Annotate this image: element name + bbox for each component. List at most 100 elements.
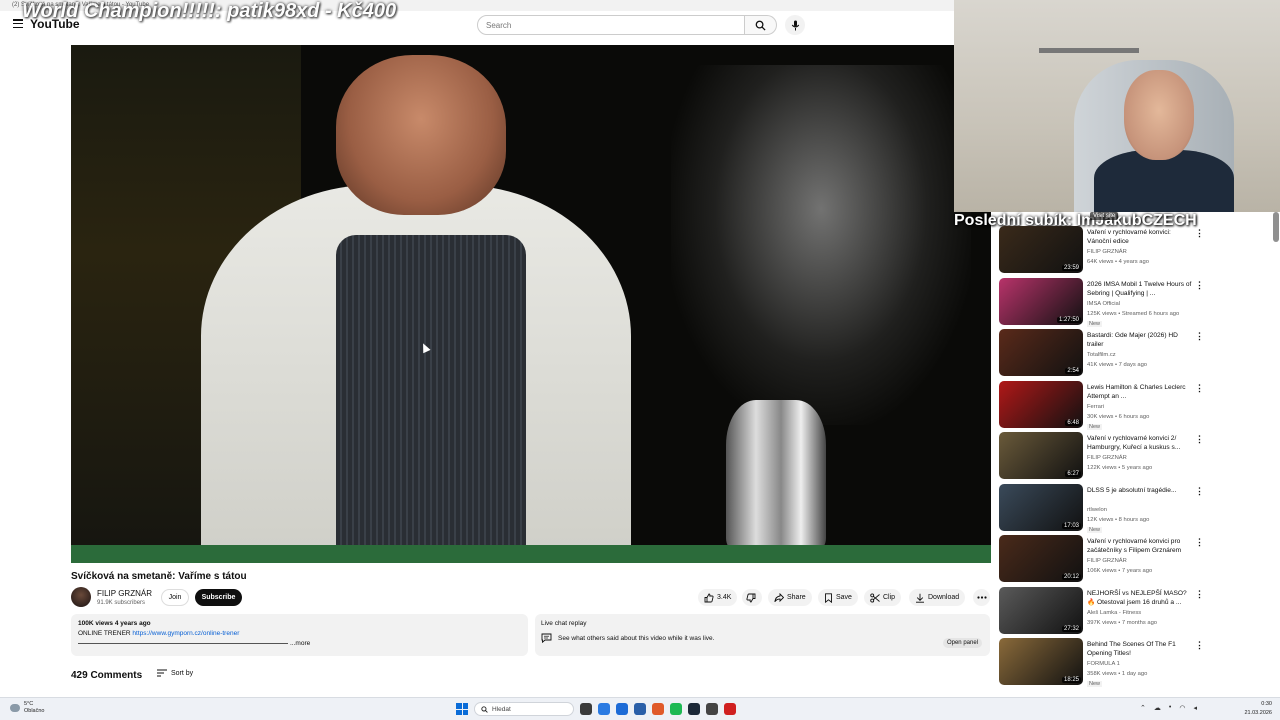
taskbar-app-icon[interactable]	[580, 703, 592, 715]
recommended-video-item[interactable]: 2:54 Bastardi: Gde Majer (2026) HD traile…	[999, 329, 1209, 379]
video-item-channel[interactable]: FILIP GRZNÁR	[1087, 558, 1127, 564]
taskbar-app-icon[interactable]	[706, 703, 718, 715]
description-more[interactable]: ...more	[290, 640, 310, 647]
taskbar-app-icon[interactable]	[616, 703, 628, 715]
recommended-video-item[interactable]: 23:59 Vaření v rychlovarné konvici: Vánoč…	[999, 226, 1209, 276]
video-item-title[interactable]: 2026 IMSA Mobil 1 Twelve Hours of Sebrin…	[1087, 280, 1193, 298]
cloud-sync-icon[interactable]: ☁	[1154, 704, 1161, 712]
video-thumbnail[interactable]: 1:27:50	[999, 277, 1083, 325]
video-thumbnail[interactable]: 2:54	[999, 329, 1083, 376]
recommended-video-item[interactable]: 6:27 Vaření v rychlovarné konvici 2/ Hamb…	[999, 432, 1209, 482]
video-player[interactable]	[71, 45, 991, 563]
volume-icon[interactable]: ◂	[1193, 704, 1197, 712]
more-vertical-icon[interactable]: ⋮	[1195, 589, 1204, 600]
video-item-title[interactable]: Behind The Scenes Of The F1 Opening Titl…	[1087, 640, 1193, 658]
video-item-title[interactable]: Vaření v rychlovarné konvici 2/ Hamburgr…	[1087, 434, 1193, 452]
more-vertical-icon[interactable]: ⋮	[1195, 331, 1204, 342]
video-item-title[interactable]: NEJHORŠÍ vs NEJLEPŠÍ MASO? 🔥 Otestoval j…	[1087, 589, 1193, 607]
wifi-icon[interactable]: ◠	[1179, 704, 1185, 712]
recommended-video-item[interactable]: 18:25 Behind The Scenes Of The F1 Opening…	[999, 638, 1209, 688]
taskbar-clock[interactable]: 0:30 21.03.2026	[1242, 700, 1272, 718]
taskbar-app-icon[interactable]	[652, 703, 664, 715]
voice-search-button[interactable]	[785, 15, 805, 35]
video-thumbnail[interactable]: 17:03	[999, 483, 1083, 531]
taskbar-app-icon[interactable]	[634, 703, 646, 715]
visit-site-badge[interactable]: Visit site	[1090, 212, 1119, 220]
description-box[interactable]: 100K views 4 years ago ONLINE TRENER htt…	[71, 614, 528, 656]
video-item-meta: 125K views • Streamed 6 hours ago	[1087, 310, 1180, 317]
download-button[interactable]: Download	[909, 589, 966, 606]
video-thumbnail[interactable]: 27:32	[999, 586, 1083, 634]
video-item-channel[interactable]: Totalfilm.cz	[1087, 352, 1116, 358]
more-vertical-icon[interactable]: ⋮	[1195, 486, 1204, 497]
share-icon	[774, 592, 784, 602]
video-item-title[interactable]: Lewis Hamilton & Charles Leclerc Attempt…	[1087, 383, 1193, 401]
video-thumbnail[interactable]: 6:27	[999, 432, 1083, 479]
join-button[interactable]: Join	[161, 589, 189, 606]
video-thumbnail[interactable]: 20:12	[999, 535, 1083, 582]
video-item-channel[interactable]: FILIP GRZNÁR	[1087, 249, 1127, 255]
share-button[interactable]: Share	[768, 589, 812, 606]
microphone-tray-icon[interactable]: •	[1169, 704, 1171, 712]
clip-button[interactable]: Clip	[864, 589, 902, 606]
more-actions-button[interactable]	[973, 589, 990, 606]
new-badge: New	[1087, 681, 1103, 687]
more-vertical-icon[interactable]: ⋮	[1195, 383, 1204, 394]
more-vertical-icon[interactable]: ⋮	[1195, 280, 1204, 291]
subscribe-button[interactable]: Subscribe	[195, 589, 242, 606]
video-item-title[interactable]: DLSS 5 je absolutní tragédie...	[1087, 486, 1193, 495]
video-item-channel[interactable]: Ferrari	[1087, 404, 1104, 410]
page-scrollbar[interactable]	[1273, 212, 1279, 242]
dislike-button[interactable]	[742, 589, 762, 606]
video-item-channel[interactable]: Aleš Lamka - Fitness	[1087, 610, 1141, 616]
search-button[interactable]	[745, 15, 777, 35]
video-item-meta: 41K views • 7 days ago	[1087, 362, 1148, 368]
video-thumbnail[interactable]: 23:59	[999, 226, 1083, 273]
windows-start-icon[interactable]	[456, 703, 468, 715]
clock-time: 0:30	[1261, 701, 1272, 707]
search-icon	[755, 20, 766, 31]
more-vertical-icon[interactable]: ⋮	[1195, 228, 1204, 239]
taskbar-search[interactable]: Hledat	[474, 702, 574, 716]
open-panel-button[interactable]: Open panel	[942, 638, 982, 648]
recommended-video-item[interactable]: 20:12 Vaření v rychlovarné konvici pro za…	[999, 535, 1209, 585]
sort-by-button[interactable]: Sort by	[157, 669, 193, 677]
taskbar-apps: Hledat	[456, 702, 736, 716]
more-vertical-icon[interactable]: ⋮	[1195, 640, 1204, 651]
more-vertical-icon[interactable]: ⋮	[1195, 434, 1204, 445]
description-link[interactable]: https://www.gymporn.cz/online-trener	[132, 630, 239, 637]
video-item-title[interactable]: Bastardi: Gde Majer (2026) HD trailer	[1087, 331, 1193, 349]
recommended-video-item[interactable]: 6:48 Lewis Hamilton & Charles Leclerc Att…	[999, 380, 1209, 431]
save-button[interactable]: Save	[818, 589, 858, 606]
weather-widget[interactable]: 5°C Oblačno	[10, 701, 45, 715]
video-apron	[336, 235, 526, 563]
channel-avatar[interactable]	[71, 587, 91, 607]
video-item-title[interactable]: Vaření v rychlovarné konvici: Vánoční ed…	[1087, 228, 1193, 246]
search-input[interactable]: Search	[477, 15, 745, 35]
new-badge: New	[1087, 423, 1103, 430]
taskbar-app-icon[interactable]	[670, 703, 682, 715]
video-item-title[interactable]: Vaření v rychlovarné konvici pro začáteč…	[1087, 537, 1193, 555]
taskbar-app-icon[interactable]	[688, 703, 700, 715]
recommended-video-item[interactable]: 1:27:50 2026 IMSA Mobil 1 Twelve Hours of…	[999, 277, 1209, 328]
description-prefix: ONLINE TRENER	[78, 630, 133, 637]
video-item-meta: 397K views • 7 months ago	[1087, 619, 1158, 626]
taskbar-app-icon[interactable]	[598, 703, 610, 715]
video-thumbnail[interactable]: 18:25	[999, 638, 1083, 685]
recommended-video-item[interactable]: 17:03 DLSS 5 je absolutní tragédie... rtlw…	[999, 483, 1209, 534]
video-item-channel[interactable]: FILIP GRZNÁR	[1087, 455, 1127, 461]
chevron-up-icon[interactable]: ⌃	[1140, 704, 1146, 712]
video-item-channel[interactable]: FORMULA 1	[1087, 661, 1120, 667]
channel-name[interactable]: FILIP GRZNÁR	[97, 589, 152, 598]
taskbar-app-icon[interactable]	[724, 703, 736, 715]
like-button[interactable]: 3.4K	[698, 589, 738, 606]
video-item-channel[interactable]: IMSA Official	[1087, 301, 1120, 307]
video-duration: 17:03	[1061, 522, 1081, 529]
sort-by-label: Sort by	[171, 669, 194, 677]
live-chat-text: See what others said about this video wh…	[558, 634, 715, 642]
weather-desc: Oblačno	[24, 708, 45, 714]
video-thumbnail[interactable]: 6:48	[999, 380, 1083, 428]
recommended-video-item[interactable]: 27:32 NEJHORŠÍ vs NEJLEPŠÍ MASO? 🔥 Otesto…	[999, 586, 1209, 637]
more-vertical-icon[interactable]: ⋮	[1195, 537, 1204, 548]
video-item-channel[interactable]: rtlwelon	[1087, 507, 1107, 513]
